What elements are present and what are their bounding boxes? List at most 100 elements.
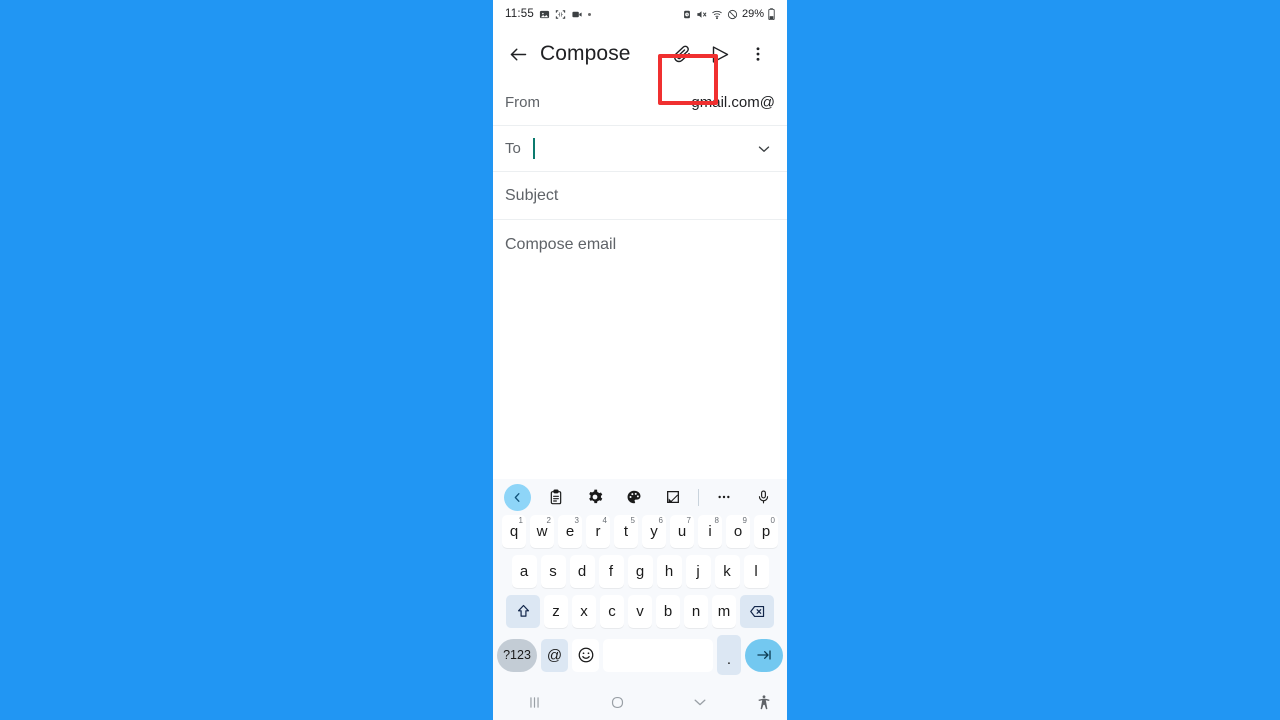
period-key[interactable]: . [717, 635, 741, 675]
key-t[interactable]: 5t [614, 515, 638, 548]
key-l[interactable]: l [743, 555, 769, 588]
home-button[interactable] [576, 694, 659, 711]
key-b[interactable]: b [656, 595, 680, 628]
app-bar-actions [663, 35, 777, 73]
theme-button[interactable] [620, 483, 648, 511]
symbols-key[interactable]: ?123 [497, 638, 537, 672]
from-row[interactable]: From @gmail.com [493, 80, 787, 126]
key-label: r [595, 523, 601, 540]
body-area[interactable]: Compose email [493, 220, 787, 479]
to-expand-button[interactable] [753, 138, 775, 160]
navigation-bar [493, 684, 787, 720]
key-s[interactable]: s [540, 555, 566, 588]
key-number-6: 6 [658, 516, 663, 525]
key-h[interactable]: h [656, 555, 682, 588]
home-icon [611, 696, 623, 708]
key-e[interactable]: 3e [558, 515, 582, 548]
hide-keyboard-button[interactable] [658, 693, 741, 711]
more-vertical-icon [749, 45, 767, 63]
handwriting-button[interactable] [659, 483, 687, 511]
settings-button[interactable] [581, 483, 609, 511]
enter-key[interactable] [745, 638, 783, 672]
app-bar: Compose [493, 28, 787, 105]
clipboard-icon [550, 489, 562, 505]
back-button[interactable] [503, 39, 533, 69]
subject-row[interactable]: Subject [493, 172, 787, 220]
clipboard-button[interactable] [542, 483, 570, 511]
key-q[interactable]: 1q [502, 515, 526, 548]
key-j[interactable]: j [685, 555, 711, 588]
shift-key[interactable] [506, 595, 540, 628]
recents-button[interactable] [493, 694, 576, 711]
key-f[interactable]: f [598, 555, 624, 588]
key-number-9: 9 [742, 516, 747, 525]
key-number-2: 2 [546, 516, 551, 525]
attach-button[interactable] [663, 35, 701, 73]
keyboard-toolbar [493, 479, 787, 515]
dnd-icon [727, 9, 738, 20]
status-bar: 11:55 29% [493, 0, 787, 28]
status-time: 11:55 [505, 8, 534, 20]
key-v[interactable]: v [628, 595, 652, 628]
space-key[interactable] [603, 638, 713, 672]
handwriting-icon [667, 491, 679, 503]
backspace-key[interactable] [740, 595, 774, 628]
key-z[interactable]: z [544, 595, 568, 628]
key-g[interactable]: g [627, 555, 653, 588]
key-i[interactable]: 8i [698, 515, 722, 548]
screen-background: 11:55 29% Compose From @gmail.com To Sub… [0, 0, 1280, 720]
key-x[interactable]: x [572, 595, 596, 628]
key-a[interactable]: a [511, 555, 537, 588]
keyboard-row-4: ?123 @ . [493, 635, 787, 675]
accessibility-icon [758, 694, 770, 709]
to-row[interactable]: To [493, 126, 787, 172]
key-m[interactable]: m [712, 595, 736, 628]
keyboard-back-circle [503, 483, 531, 511]
status-bar-left: 11:55 [505, 8, 591, 20]
key-w[interactable]: 2w [530, 515, 554, 548]
photo-icon [539, 9, 550, 20]
key-o[interactable]: 9o [726, 515, 750, 548]
key-u[interactable]: 7u [670, 515, 694, 548]
key-k[interactable]: k [714, 555, 740, 588]
overflow-menu-button[interactable] [739, 35, 777, 73]
key-label: y [650, 523, 658, 540]
battery-percent: 29% [741, 8, 764, 20]
key-label: o [733, 523, 743, 540]
send-button[interactable] [701, 35, 739, 73]
key-label: t [623, 523, 629, 540]
key-r[interactable]: 4r [586, 515, 610, 548]
send-icon [710, 44, 731, 65]
key-p[interactable]: 0p [754, 515, 778, 548]
key-label: u [677, 523, 687, 540]
backspace-icon [749, 605, 764, 618]
emoji-key[interactable] [572, 638, 599, 672]
chevron-left-icon [514, 492, 520, 502]
key-label: w [536, 523, 548, 540]
from-value: @gmail.com [691, 94, 775, 111]
key-number-7: 7 [686, 516, 691, 525]
key-n[interactable]: n [684, 595, 708, 628]
key-label: e [565, 523, 575, 540]
at-key[interactable]: @ [541, 638, 568, 672]
mute-icon [696, 9, 707, 20]
alarm-icon [682, 9, 692, 20]
more-options-button[interactable] [710, 483, 738, 511]
microphone-icon [758, 490, 768, 504]
subject-input[interactable]: Subject [505, 187, 558, 205]
key-label: i [708, 523, 712, 540]
voice-input-button[interactable] [749, 483, 777, 511]
battery-icon [768, 8, 775, 20]
screenshot-icon [555, 9, 566, 20]
keyboard-back-button[interactable] [503, 483, 531, 511]
key-number-1: 1 [518, 516, 523, 525]
key-y[interactable]: 6y [642, 515, 666, 548]
chevron-down-icon [694, 699, 706, 706]
to-label: To [505, 140, 521, 157]
accessibility-button[interactable] [741, 694, 787, 711]
shift-icon [517, 604, 529, 617]
key-c[interactable]: c [600, 595, 624, 628]
key-d[interactable]: d [569, 555, 595, 588]
recents-icon [530, 696, 539, 708]
body-input[interactable]: Compose email [505, 236, 775, 254]
